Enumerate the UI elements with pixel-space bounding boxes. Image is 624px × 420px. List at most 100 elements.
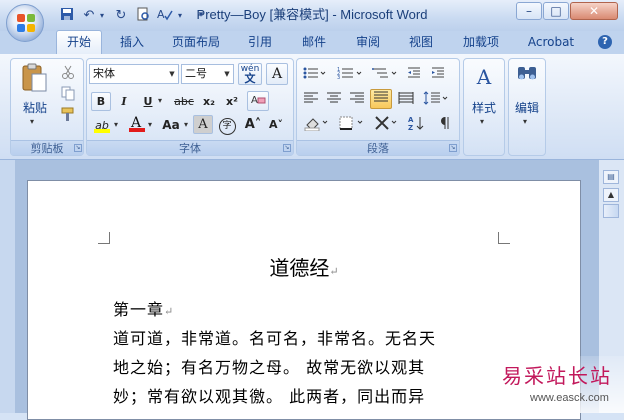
- save-icon[interactable]: [58, 7, 76, 24]
- undo-dropdown-icon[interactable]: ▾: [98, 7, 106, 24]
- font-size-combo[interactable]: 二号 ▼: [181, 64, 234, 84]
- font-launcher-icon[interactable]: ↘: [283, 144, 291, 152]
- chinese-layout-button[interactable]: [372, 114, 402, 133]
- tab-view[interactable]: 视图: [401, 31, 441, 54]
- tab-review[interactable]: 审阅: [348, 31, 388, 54]
- font-family-value: 宋体: [93, 67, 115, 80]
- tab-mailings[interactable]: 邮件: [294, 31, 334, 54]
- clear-formatting-icon[interactable]: A: [247, 91, 269, 111]
- watermark-url: www.easck.com: [530, 392, 609, 404]
- subscript-button[interactable]: x₂: [199, 92, 219, 111]
- show-marks-button[interactable]: [432, 114, 454, 133]
- margin-corner-top-right: [498, 232, 510, 244]
- enclose-char-button[interactable]: 字: [217, 115, 237, 135]
- format-painter-icon[interactable]: [60, 106, 76, 122]
- font-color-dropdown-icon[interactable]: ▾: [148, 120, 156, 129]
- sort-button[interactable]: AZ: [406, 114, 428, 133]
- change-case-button[interactable]: Aa: [158, 116, 184, 135]
- decrease-indent-button[interactable]: [404, 65, 424, 84]
- undo-icon[interactable]: ↶: [80, 7, 98, 24]
- shrink-font-button[interactable]: A˅: [266, 115, 286, 134]
- paste-icon[interactable]: [20, 62, 50, 94]
- paste-dropdown-icon[interactable]: ▾: [30, 117, 38, 126]
- document-title-text: 道德经: [269, 256, 330, 280]
- italic-button[interactable]: I: [114, 92, 134, 111]
- highlight-color-swatch: [94, 129, 110, 133]
- change-case-dropdown-icon[interactable]: ▾: [184, 120, 192, 129]
- line-spacing-button[interactable]: [421, 90, 451, 109]
- spelling-check-icon[interactable]: A: [156, 7, 174, 24]
- superscript-button[interactable]: x²: [222, 92, 242, 111]
- editing-button[interactable]: 编辑: [510, 99, 544, 116]
- font-color-button[interactable]: A: [126, 114, 146, 133]
- tab-page-layout[interactable]: 页面布局: [164, 31, 228, 54]
- chevron-down-icon[interactable]: ▼: [166, 65, 178, 83]
- styles-button[interactable]: 样式: [465, 99, 503, 116]
- qat-more-icon[interactable]: ▾: [176, 7, 184, 24]
- paragraph-mark: ↵: [329, 265, 339, 278]
- minimize-button[interactable]: –: [516, 2, 542, 20]
- numbering-button[interactable]: 123: [335, 65, 365, 84]
- print-preview-icon[interactable]: [134, 7, 152, 24]
- maximize-button[interactable]: □: [543, 2, 569, 20]
- borders-button[interactable]: [336, 114, 368, 133]
- styles-dropdown-icon[interactable]: ▾: [480, 117, 488, 126]
- bold-button[interactable]: B: [91, 92, 111, 111]
- bullets-button[interactable]: [301, 65, 329, 84]
- highlight-dropdown-icon[interactable]: ▾: [114, 120, 122, 129]
- paragraph-launcher-icon[interactable]: ↘: [449, 144, 457, 152]
- tab-references[interactable]: 引用: [240, 31, 280, 54]
- svg-text:A: A: [251, 95, 258, 106]
- help-icon[interactable]: ?: [598, 35, 612, 49]
- document-line-3: 地之始；有名万物之母。 故常无欲以观其: [113, 358, 426, 377]
- char-border-button[interactable]: A: [266, 63, 288, 85]
- phonetic-guide-button[interactable]: wén 文: [238, 63, 262, 85]
- align-right-button[interactable]: [347, 90, 367, 109]
- styles-icon[interactable]: A: [471, 62, 497, 94]
- char-shading-button[interactable]: A: [193, 115, 213, 134]
- font-family-combo[interactable]: 宋体 ▼: [89, 64, 179, 84]
- clipboard-launcher-icon[interactable]: ↘: [74, 144, 82, 152]
- document-line-4: 妙；常有欲以观其徼。 此两者，同出而异: [113, 387, 426, 406]
- tab-acrobat[interactable]: Acrobat: [520, 31, 582, 54]
- underline-dropdown-icon[interactable]: ▾: [158, 96, 166, 105]
- binoculars-icon[interactable]: [515, 62, 539, 94]
- paragraph-mark: ↵: [164, 305, 175, 318]
- copy-icon[interactable]: [60, 85, 76, 101]
- scroll-up-icon[interactable]: ▲: [603, 188, 619, 202]
- clipboard-group-label: 剪贴板: [11, 140, 83, 155]
- strikethrough-button[interactable]: abc: [171, 92, 197, 111]
- multilevel-list-button[interactable]: [370, 65, 400, 84]
- shading-button[interactable]: [301, 114, 333, 133]
- underline-button[interactable]: U: [138, 92, 158, 111]
- site-watermark: 易采站长站 www.easck.com: [492, 356, 624, 413]
- qat-customize-icon[interactable]: ▾: [196, 7, 206, 24]
- font-color-swatch: [129, 128, 145, 132]
- grow-font-button[interactable]: A˄: [243, 115, 263, 134]
- justify-button[interactable]: [370, 89, 392, 109]
- ruler-toggle-icon[interactable]: ▤: [603, 170, 619, 184]
- distributed-button[interactable]: [396, 90, 416, 109]
- paste-button[interactable]: 粘贴: [14, 99, 56, 116]
- svg-text:3: 3: [337, 75, 340, 80]
- margin-corner-top-left: [98, 232, 110, 244]
- cut-icon[interactable]: [60, 64, 76, 80]
- tab-home[interactable]: 开始: [56, 30, 102, 55]
- align-left-button[interactable]: [301, 90, 321, 109]
- align-center-button[interactable]: [324, 90, 344, 109]
- tab-addins[interactable]: 加载项: [455, 31, 507, 54]
- office-button[interactable]: [6, 4, 44, 42]
- redo-icon[interactable]: ↻: [112, 7, 130, 24]
- watermark-text: 易采站长站: [502, 364, 612, 388]
- svg-text:Z: Z: [408, 124, 413, 131]
- editing-dropdown-icon[interactable]: ▾: [523, 117, 531, 126]
- font-group-label: 字体: [87, 140, 293, 155]
- highlight-button[interactable]: ab: [91, 116, 113, 135]
- document-line-2: 道可道，非常道。名可名，非常名。无名天: [113, 329, 437, 348]
- svg-text:A: A: [157, 8, 165, 21]
- increase-indent-button[interactable]: [428, 65, 448, 84]
- close-button[interactable]: ✕: [570, 2, 618, 20]
- tab-insert[interactable]: 插入: [112, 31, 152, 54]
- scroll-thumb[interactable]: [603, 204, 619, 218]
- chevron-down-icon[interactable]: ▼: [221, 65, 233, 83]
